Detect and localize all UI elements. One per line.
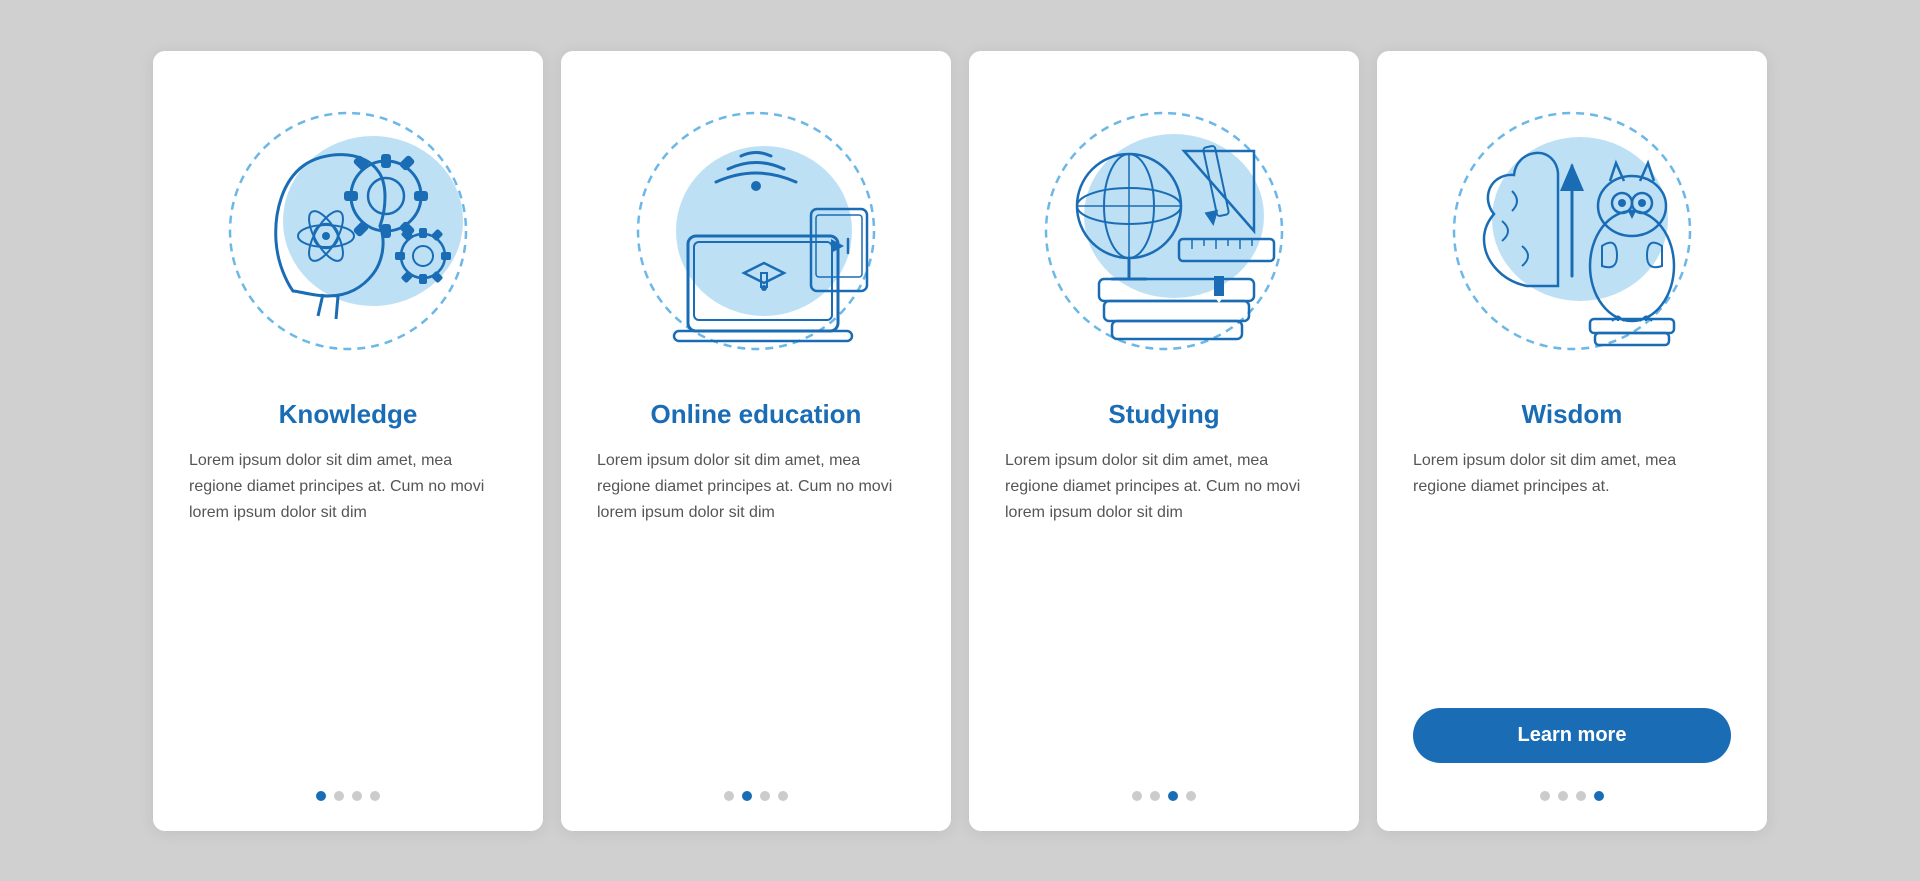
dot-4[interactable] [370,791,380,801]
dot-2[interactable] [742,791,752,801]
dot-2[interactable] [1150,791,1160,801]
dot-3[interactable] [1168,791,1178,801]
card-online-education: Online education Lorem ipsum dolor sit d… [561,51,951,831]
learn-more-button[interactable]: Learn more [1413,708,1731,763]
dot-4[interactable] [778,791,788,801]
studying-dots [1132,791,1196,801]
online-education-body: Lorem ipsum dolor sit dim amet, mea regi… [597,448,915,763]
dot-1[interactable] [1132,791,1142,801]
studying-body: Lorem ipsum dolor sit dim amet, mea regi… [1005,448,1323,763]
dot-3[interactable] [760,791,770,801]
studying-title: Studying [1108,399,1219,430]
dot-3[interactable] [1576,791,1586,801]
wisdom-dots [1540,791,1604,801]
dot-4[interactable] [1186,791,1196,801]
online-education-dots [724,791,788,801]
online-education-title: Online education [651,399,862,430]
knowledge-body: Lorem ipsum dolor sit dim amet, mea regi… [189,448,507,763]
cards-container: Knowledge Lorem ipsum dolor sit dim amet… [113,11,1807,871]
dot-2[interactable] [1558,791,1568,801]
knowledge-title: Knowledge [279,399,418,430]
wisdom-title: Wisdom [1522,399,1623,430]
dot-1[interactable] [724,791,734,801]
knowledge-illustration [208,91,488,371]
dot-3[interactable] [352,791,362,801]
dot-2[interactable] [334,791,344,801]
wisdom-illustration [1432,91,1712,371]
card-knowledge: Knowledge Lorem ipsum dolor sit dim amet… [153,51,543,831]
knowledge-dots [316,791,380,801]
studying-illustration [1024,91,1304,371]
dot-1[interactable] [316,791,326,801]
wisdom-body: Lorem ipsum dolor sit dim amet, mea regi… [1413,448,1731,688]
card-studying: Studying Lorem ipsum dolor sit dim amet,… [969,51,1359,831]
online-education-illustration [616,91,896,371]
dot-1[interactable] [1540,791,1550,801]
dot-4[interactable] [1594,791,1604,801]
card-wisdom: Wisdom Lorem ipsum dolor sit dim amet, m… [1377,51,1767,831]
